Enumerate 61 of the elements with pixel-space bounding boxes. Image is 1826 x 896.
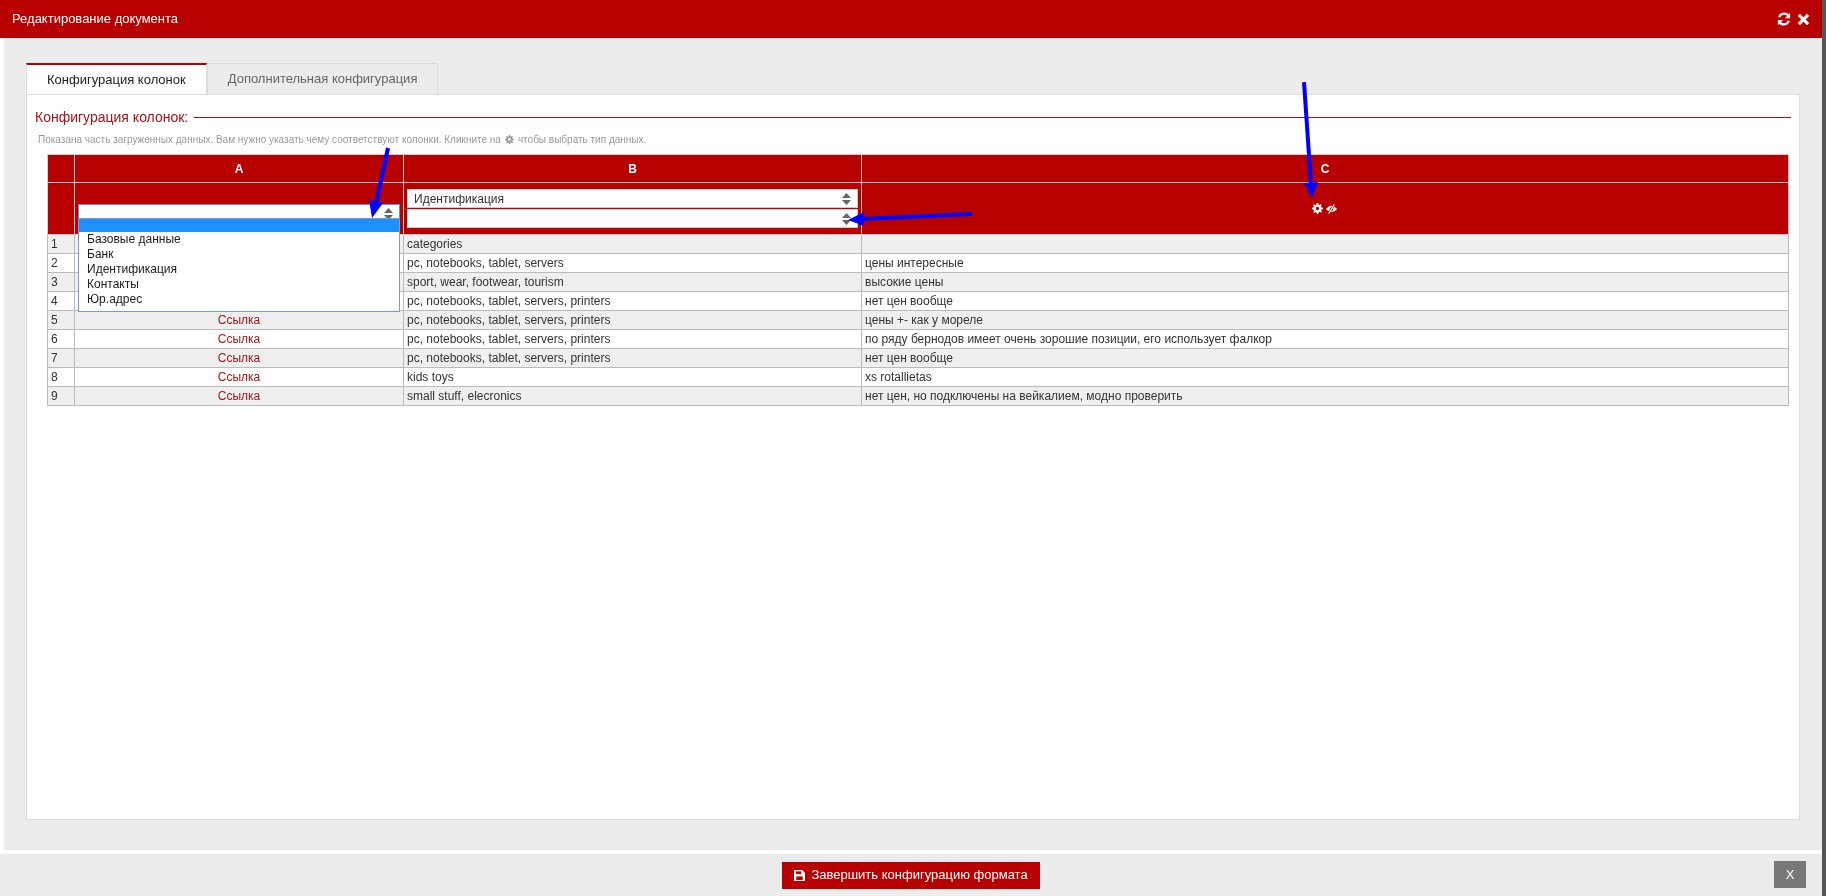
- table-cell: pc, notebooks, tablet, servers, printers: [403, 291, 862, 311]
- column-header: A: [74, 154, 404, 183]
- select-field[interactable]: Идентификация: [407, 189, 858, 208]
- sort-arrows-icon: [842, 192, 851, 205]
- header-cell: [47, 154, 75, 183]
- table-cell: нет цен, но подключены на вейкалием, модно проверить: [861, 386, 1789, 406]
- table-cell: xs rotallietas: [861, 367, 1789, 387]
- select-value: Идентификация: [414, 190, 505, 208]
- table-cell: цены интересные: [861, 253, 1789, 273]
- tab[interactable]: Дополнительная конфигурация: [206, 63, 439, 94]
- link[interactable]: Ссылка: [217, 331, 261, 346]
- dropdown-option[interactable]: Банк: [79, 247, 399, 262]
- dropdown-option[interactable]: Идентификация: [79, 262, 399, 277]
- row-number: 4: [47, 291, 75, 311]
- row-number: 8: [47, 367, 75, 387]
- column-header: C: [861, 154, 1789, 183]
- table-cell: pc, notebooks, tablet, servers, printers: [403, 329, 862, 349]
- refresh-icon[interactable]: [1777, 12, 1791, 26]
- table-cell: kids toys: [403, 367, 862, 387]
- table-cell: pc, notebooks, tablet, servers, printers: [403, 310, 862, 330]
- row-number: 5: [47, 310, 75, 330]
- gear-icon: [504, 135, 514, 144]
- hint-text: чтобы выбрать тип данных.: [517, 133, 647, 147]
- link[interactable]: Ссылка: [217, 388, 261, 403]
- select-field[interactable]: [407, 209, 858, 228]
- link[interactable]: Ссылка: [217, 350, 261, 365]
- table-cell: sport, wear, footwear, tourism: [403, 272, 862, 292]
- table-cell: по ряду бернодов имеет очень зорошие позиции, его использует фалкор: [861, 329, 1789, 349]
- row-number: 2: [47, 253, 75, 273]
- row-number: 3: [47, 272, 75, 292]
- link[interactable]: Ссылка: [217, 369, 261, 384]
- table-cell: categories: [403, 234, 862, 254]
- link[interactable]: Ссылка: [217, 312, 261, 327]
- dropdown-option[interactable]: Базовые данные: [79, 232, 399, 247]
- row-number: 7: [47, 348, 75, 368]
- sort-arrows-icon: [842, 212, 851, 225]
- finish-button[interactable]: Завершить конфигурацию формата: [782, 861, 1040, 889]
- hint-text: Показана часть загруженных данных. Вам нужно указать чему соответствуют колонки. Кликните на: [38, 133, 501, 147]
- eye-slash-icon[interactable]: [1325, 203, 1338, 214]
- tab[interactable]: Конфигурация колонок: [26, 63, 207, 94]
- row-number: 1: [47, 234, 75, 254]
- annotation-arrow: [369, 147, 390, 218]
- table-cell: нет цен вообще: [861, 291, 1789, 311]
- row-number: 6: [47, 329, 75, 349]
- row-number: 9: [47, 386, 75, 406]
- table-cell: pc, notebooks, tablet, servers: [403, 253, 862, 273]
- column-header: B: [403, 154, 862, 183]
- close-icon[interactable]: [1797, 12, 1810, 26]
- table-cell: цены +- как у мореле: [861, 310, 1789, 330]
- window-title: Редактирование документа: [12, 10, 180, 29]
- dropdown-option[interactable]: Контакты: [79, 277, 399, 292]
- gear-icon: [1312, 203, 1323, 214]
- table-cell: нет цен вообще: [861, 348, 1789, 368]
- sort-arrows-icon: [384, 207, 393, 220]
- table-cell: высокие цены: [861, 272, 1789, 292]
- section-title: Конфигурация колонок:: [35, 108, 189, 127]
- close-button[interactable]: X: [1774, 861, 1806, 888]
- table-cell: pc, notebooks, tablet, servers, printers: [403, 348, 862, 368]
- dropdown-option[interactable]: Юр.адрес: [79, 292, 399, 307]
- save-icon: [794, 869, 806, 881]
- table-cell: small stuff, elecronics: [403, 386, 862, 406]
